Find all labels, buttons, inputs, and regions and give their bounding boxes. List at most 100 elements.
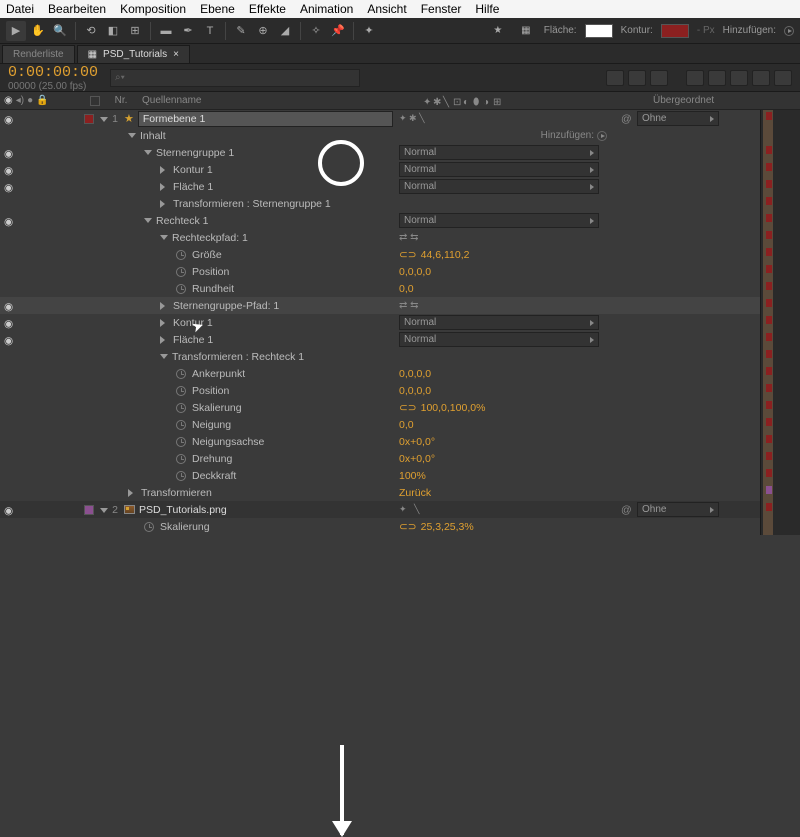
value[interactable]: 100%	[399, 470, 426, 482]
menu-animation[interactable]: Animation	[300, 2, 353, 16]
value[interactable]: 44,6,110,2	[421, 249, 470, 261]
eye-icon[interactable]: ◉	[4, 301, 14, 311]
neigachse-row[interactable]: Neigungsachse 0x+0,0°	[0, 433, 800, 450]
stopwatch-icon[interactable]	[176, 471, 186, 481]
layer-name[interactable]: Formebene 1	[138, 111, 393, 127]
hand-tool-icon[interactable]: ✋	[28, 21, 48, 41]
value[interactable]: 25,3,25,3%	[421, 521, 474, 533]
layer-2-row[interactable]: ◉ 2 PSD_Tutorials.png ✦ ╲ @Ohne	[0, 501, 800, 518]
menu-fenster[interactable]: Fenster	[421, 2, 462, 16]
brain-icon[interactable]	[730, 70, 748, 86]
camera-tool-icon[interactable]: ◧	[103, 21, 123, 41]
stopwatch-icon[interactable]	[176, 420, 186, 430]
value[interactable]: 0,0	[399, 283, 414, 295]
transformieren-row[interactable]: Transformieren Zurück	[0, 484, 800, 501]
value[interactable]: 0x+0,0°	[399, 436, 435, 448]
text-tool-icon[interactable]: T	[200, 21, 220, 41]
drehung-row[interactable]: Drehung 0x+0,0°	[0, 450, 800, 467]
value[interactable]: 0,0,0,0	[399, 266, 431, 278]
menu-komposition[interactable]: Komposition	[120, 2, 186, 16]
stopwatch-icon[interactable]	[176, 267, 186, 277]
parent-dropdown[interactable]: Ohne	[637, 502, 719, 517]
blend-mode-dropdown[interactable]: Normal	[399, 179, 599, 194]
tab-psd-tutorials[interactable]: ▦ PSD_Tutorials ×	[77, 45, 190, 63]
kontur1b-row[interactable]: ◉ Kontur 1 Normal	[0, 314, 800, 331]
frame-blend-icon[interactable]	[686, 70, 704, 86]
skalierung2-row[interactable]: Skalierung ⊂⊃25,3,25,3%	[0, 518, 800, 535]
timeline-track[interactable]	[760, 110, 800, 535]
layer-name[interactable]: PSD_Tutorials.png	[139, 504, 227, 516]
selection-tool-icon[interactable]: ▶	[6, 21, 26, 41]
local-axis-icon[interactable]: ✦	[359, 21, 379, 41]
value[interactable]: 0x+0,0°	[399, 453, 435, 465]
blend-mode-dropdown[interactable]: Normal	[399, 332, 599, 347]
close-icon[interactable]: ×	[173, 49, 179, 60]
menu-ebene[interactable]: Ebene	[200, 2, 235, 16]
pen-tool-icon[interactable]: ✒	[178, 21, 198, 41]
value[interactable]: 0,0	[399, 419, 414, 431]
rechteckpfad-row[interactable]: Rechteckpfad: 1 ⇄ ⇆	[0, 229, 800, 246]
eye-icon[interactable]: ◉	[4, 182, 14, 192]
blend-mode-dropdown[interactable]: Normal	[399, 315, 599, 330]
menu-datei[interactable]: Datei	[6, 2, 34, 16]
rotate-tool-icon[interactable]: ⟲	[81, 21, 101, 41]
parent-dropdown[interactable]: Ohne	[637, 111, 719, 126]
position-row[interactable]: Position 0,0,0,0	[0, 263, 800, 280]
clone-tool-icon[interactable]: ⊕	[253, 21, 273, 41]
draft3d-icon[interactable]	[628, 70, 646, 86]
stopwatch-icon[interactable]	[176, 386, 186, 396]
rechteck1-row[interactable]: ◉ Rechteck 1 Normal	[0, 212, 800, 229]
flache1b-row[interactable]: ◉ Fläche 1 Normal	[0, 331, 800, 348]
roto-tool-icon[interactable]: ✧	[306, 21, 326, 41]
brush-tool-icon[interactable]: ✎	[231, 21, 251, 41]
position2-row[interactable]: Position 0,0,0,0	[0, 382, 800, 399]
blend-mode-dropdown[interactable]: Normal	[399, 162, 599, 177]
stopwatch-icon[interactable]	[176, 454, 186, 464]
menu-effekte[interactable]: Effekte	[249, 2, 286, 16]
skalierung-row[interactable]: Skalierung ⊂⊃100,0,100,0%	[0, 399, 800, 416]
zoom-tool-icon[interactable]: 🔍	[50, 21, 70, 41]
stroke-swatch[interactable]	[661, 24, 689, 38]
eye-icon[interactable]: ◉	[4, 114, 14, 124]
value[interactable]: 0,0,0,0	[399, 368, 431, 380]
stopwatch-icon[interactable]	[176, 403, 186, 413]
pickwhip-icon[interactable]: @	[621, 504, 633, 516]
puppet-tool-icon[interactable]: 📌	[328, 21, 348, 41]
link-icon[interactable]: ⊂⊃	[399, 521, 417, 533]
anker-row[interactable]: Ankerpunkt 0,0,0,0	[0, 365, 800, 382]
eye-icon[interactable]: ◉	[4, 216, 14, 226]
reset-link[interactable]: Zurück	[399, 487, 431, 499]
neigung-row[interactable]: Neigung 0,0	[0, 416, 800, 433]
tab-renderliste[interactable]: Renderliste	[2, 45, 75, 63]
menu-hilfe[interactable]: Hilfe	[475, 2, 499, 16]
shy-icon[interactable]	[650, 70, 668, 86]
pan-behind-tool-icon[interactable]: ⊞	[125, 21, 145, 41]
timecode[interactable]: 0:00:00:00	[8, 64, 98, 81]
kontur1-row[interactable]: ◉ Kontur 1 Normal	[0, 161, 800, 178]
eye-icon[interactable]: ◉	[4, 148, 14, 158]
grosse-row[interactable]: Größe ⊂⊃44,6,110,2	[0, 246, 800, 263]
fill-swatch[interactable]	[585, 24, 613, 38]
stopwatch-icon[interactable]	[176, 437, 186, 447]
stopwatch-icon[interactable]	[144, 522, 154, 532]
graph-editor-icon[interactable]	[752, 70, 770, 86]
search-input[interactable]: ⌕▾	[110, 69, 360, 87]
value[interactable]: 100,0,100,0%	[421, 402, 486, 414]
eye-icon[interactable]: ◉	[4, 505, 14, 515]
stopwatch-icon[interactable]	[176, 250, 186, 260]
rect-tool-icon[interactable]: ▬	[156, 21, 176, 41]
label-color[interactable]	[84, 505, 94, 515]
value[interactable]: 0,0,0,0	[399, 385, 431, 397]
inhalt-row[interactable]: Inhalt Hinzufügen:	[0, 127, 800, 144]
motion-blur-icon[interactable]	[708, 70, 726, 86]
flache1-row[interactable]: ◉ Fläche 1 Normal	[0, 178, 800, 195]
eye-icon[interactable]: ◉	[4, 335, 14, 345]
label-color[interactable]	[84, 114, 94, 124]
stopwatch-icon[interactable]	[176, 284, 186, 294]
sternengruppe1-row[interactable]: ◉ Sternengruppe 1 Normal	[0, 144, 800, 161]
sternpfad-row[interactable]: ◉ Sternengruppe-Pfad: 1 ⇄ ⇆	[0, 297, 800, 314]
eraser-tool-icon[interactable]: ◢	[275, 21, 295, 41]
eye-icon[interactable]: ◉	[4, 318, 14, 328]
deckkraft-row[interactable]: Deckkraft 100%	[0, 467, 800, 484]
layer-1-row[interactable]: ◉ 1 ★Formebene 1 ✦ ✱ ╲ @Ohne	[0, 110, 800, 127]
